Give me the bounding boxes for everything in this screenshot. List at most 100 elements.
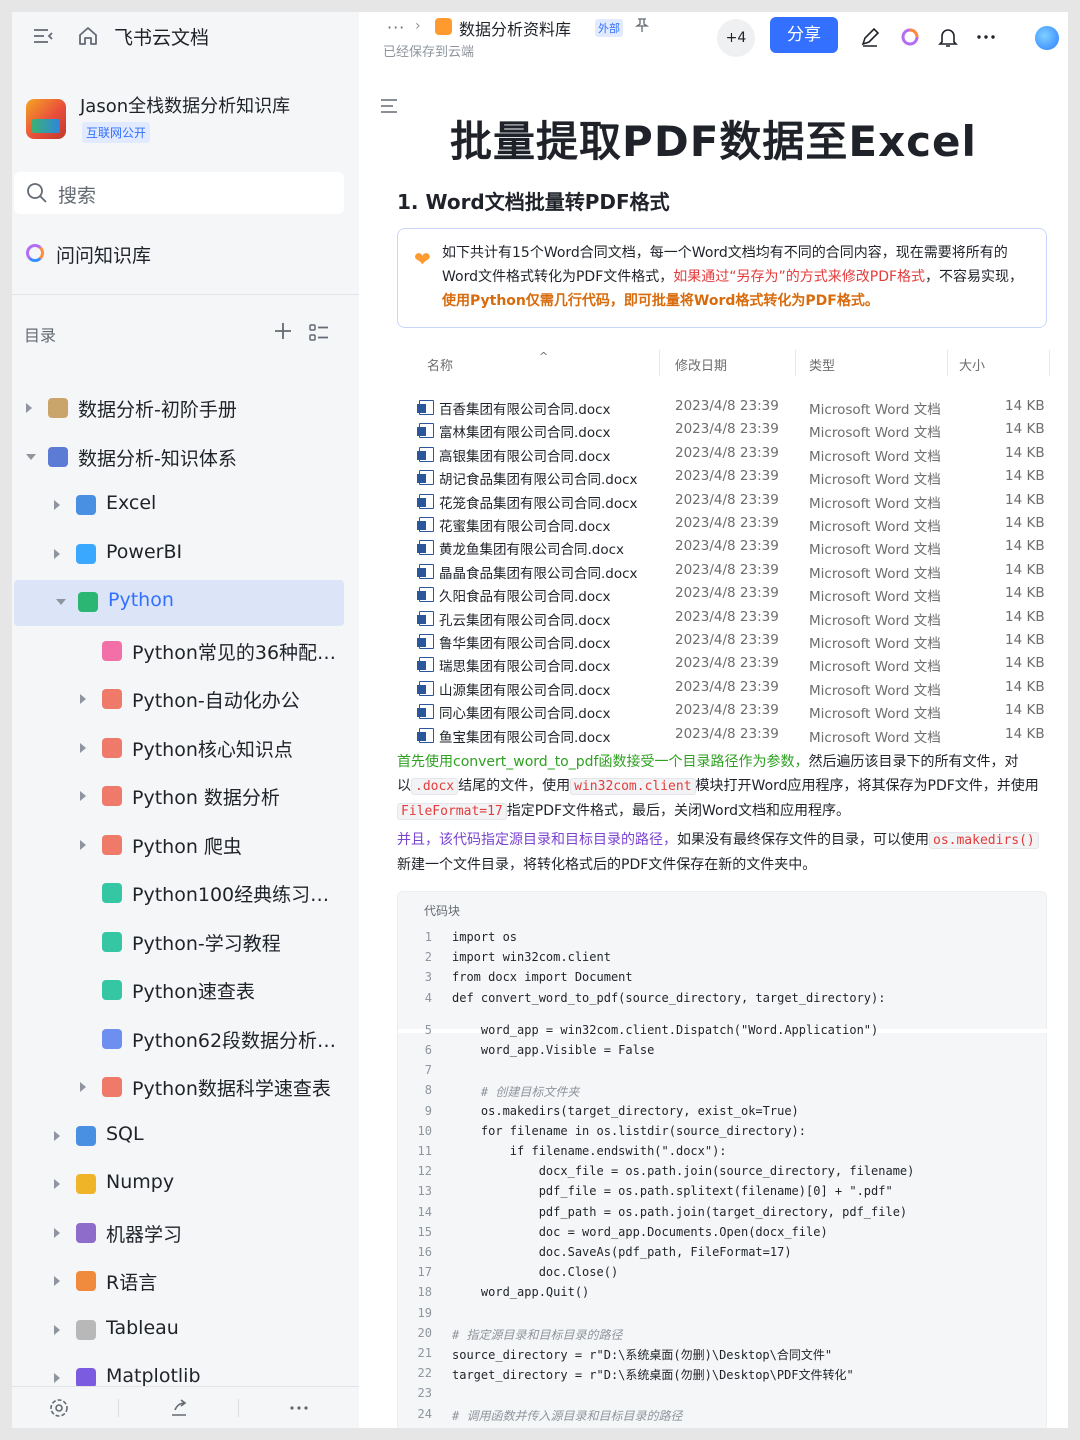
chevron-right-icon[interactable] <box>80 742 86 753</box>
file-size: 14 KB <box>1005 561 1045 578</box>
chevron-right-icon[interactable] <box>80 1082 86 1092</box>
collapse-sidebar-icon[interactable] <box>32 26 54 48</box>
pin-icon[interactable] <box>635 18 649 32</box>
column-divider <box>659 350 660 376</box>
sidebar-item-6[interactable]: Python-自动化办公 <box>12 677 359 723</box>
inline-code: win32com.client <box>570 778 696 795</box>
file-date: 2023/4/8 23:39 <box>675 421 779 438</box>
sidebar-item-12[interactable]: Python速查表 <box>12 968 359 1014</box>
sidebar-item-15[interactable]: SQL <box>12 1114 359 1160</box>
document-pane: ··· › 数据分析资料库 外部 已经保存到云端 +4 分享 批量提取PDF数据… <box>359 12 1068 1428</box>
inline-code: os.makedirs() <box>929 832 1039 849</box>
settings-icon[interactable] <box>48 1397 70 1419</box>
search-icon <box>27 183 47 203</box>
sidebar-item-18[interactable]: R语言 <box>12 1259 359 1305</box>
more-options-icon[interactable] <box>975 26 997 48</box>
breadcrumb-doc-name[interactable]: 数据分析资料库 <box>459 16 571 40</box>
knowledge-base-name[interactable]: Jason全栈数据分析知识库 <box>80 92 290 118</box>
sidebar-item-19[interactable]: Tableau <box>12 1308 359 1354</box>
sidebar-item-9[interactable]: Python 爬虫 <box>12 823 359 869</box>
file-row: 黄龙鱼集团有限公司合同.docx 2023/4/8 23:39 Microsoft … <box>407 536 1047 559</box>
sidebar-item-2[interactable]: Excel <box>12 483 359 529</box>
sidebar-item-label: Python <box>108 589 174 611</box>
sidebar-item-1[interactable]: 数据分析-知识体系 <box>12 435 359 481</box>
code-text: # 指定源目录和目标目录的路径 <box>452 1327 623 1342</box>
outline-list-icon[interactable] <box>308 322 330 344</box>
column-divider <box>795 350 796 376</box>
chevron-right-icon[interactable] <box>54 1276 60 1286</box>
heart-icon: ❤ <box>414 247 431 271</box>
file-type: Microsoft Word 文档 <box>809 565 941 582</box>
sidebar-item-label: Matplotlib <box>106 1365 201 1387</box>
sidebar-item-14[interactable]: Python数据科学速查表 <box>12 1065 359 1111</box>
file-date: 2023/4/8 23:39 <box>675 398 779 414</box>
code-block-label: 代码块 <box>424 904 461 918</box>
line-number: 7 <box>424 1063 432 1078</box>
sidebar-item-20[interactable]: Matplotlib <box>12 1356 359 1388</box>
file-size: 14 KB <box>1005 538 1045 555</box>
ask-knowledge-base-button[interactable]: 问问知识库 <box>24 238 344 270</box>
share-button[interactable]: 分享 <box>770 17 838 53</box>
chevron-right-icon[interactable] <box>54 500 60 510</box>
code-text: for filename in os.listdir(source_direct… <box>452 1123 807 1138</box>
chevron-right-icon[interactable] <box>54 1227 60 1238</box>
code-text: word_app.Visible = False <box>452 1043 655 1057</box>
chevron-right-icon[interactable] <box>54 1324 60 1335</box>
section-heading: 1. Word文档批量转PDF格式 <box>397 190 670 214</box>
code-text: def convert_word_to_pdf(source_directory… <box>452 990 886 1005</box>
home-icon[interactable] <box>76 24 100 48</box>
more-icon[interactable] <box>288 1397 310 1419</box>
sidebar-item-5[interactable]: Python常见的36种配图... <box>12 629 359 675</box>
breadcrumb-more[interactable]: ··· <box>387 18 405 37</box>
notification-bell-icon[interactable] <box>937 26 959 48</box>
paragraph-text: 新建一个文件目录，将转化格式后的PDF文件保存在新的文件夹中。 <box>397 857 817 873</box>
sidebar-item-label: Numpy <box>106 1171 175 1193</box>
edit-icon[interactable] <box>859 26 881 48</box>
sidebar-item-11[interactable]: Python-学习教程 <box>12 920 359 966</box>
code-text: if filename.endswith(".docx"): <box>452 1144 727 1158</box>
code-line: 3 from docx import Document <box>398 970 1048 990</box>
collaborators-count[interactable]: +4 <box>717 19 755 57</box>
ai-assistant-icon[interactable] <box>899 26 921 48</box>
sidebar-item-label: PowerBI <box>106 540 183 563</box>
chevron-right-icon[interactable] <box>54 548 60 559</box>
sidebar-item-16[interactable]: Numpy <box>12 1162 359 1208</box>
feishu-app-icon[interactable] <box>1035 26 1059 50</box>
chevron-right-icon[interactable] <box>26 403 32 413</box>
code-line: 23 <box>398 1386 1048 1406</box>
word-file-icon <box>417 587 434 603</box>
chevron-right-icon[interactable] <box>80 791 86 801</box>
sidebar-item-label: 机器学习 <box>106 1223 183 1246</box>
sidebar-item-10[interactable]: Python100经典练习题.... <box>12 871 359 917</box>
share-out-icon[interactable] <box>168 1397 190 1419</box>
chevron-right-icon[interactable] <box>54 1130 60 1141</box>
sidebar-item-7[interactable]: Python核心知识点 <box>12 726 359 772</box>
sidebar-item-13[interactable]: Python62段数据分析和... <box>12 1017 359 1063</box>
palette-icon <box>76 1368 96 1388</box>
code-block[interactable]: 代码块 1 import os 2 import win32com.client 3 fr… <box>397 891 1048 1428</box>
line-number: 16 <box>417 1245 432 1259</box>
chevron-down-icon[interactable] <box>56 599 66 605</box>
add-icon[interactable] <box>272 320 294 342</box>
search-input[interactable]: 搜索 <box>14 172 344 214</box>
line-number: 4 <box>424 990 432 1005</box>
app-window: 飞书云文档 Jason全栈数据分析知识库 互联网公开 搜索 问问知识库 目录 数… <box>12 12 1068 1428</box>
file-type: Microsoft Word 文档 <box>809 519 941 535</box>
file-size: 14 KB <box>1005 468 1045 485</box>
code-text: # 调用函数并传入源目录和目标目录的路径 <box>452 1408 683 1423</box>
sidebar-item-17[interactable]: 机器学习 <box>12 1211 359 1257</box>
paragraph-highlight-purple: 并且，该代码指定源目录和目标目录的路径， <box>397 832 677 848</box>
code-line: 13 pdf_file = os.path.splitext(filename)… <box>398 1184 1048 1204</box>
chevron-right-icon[interactable] <box>80 694 86 704</box>
sidebar-item-4[interactable]: Python <box>14 580 344 626</box>
file-size: 14 KB <box>1005 491 1045 508</box>
chevron-down-icon[interactable] <box>26 453 36 460</box>
sidebar-item-3[interactable]: PowerBI <box>12 532 359 578</box>
chevron-right-icon[interactable] <box>80 839 86 850</box>
sidebar-item-0[interactable]: 数据分析-初阶手册 <box>12 386 359 432</box>
chevron-right-icon[interactable] <box>54 1179 60 1189</box>
paragraph-2: 并且，该代码指定源目录和目标目录的路径，如果没有最终保存文件的目录，可以使用 os… <box>397 828 1047 877</box>
code-line: 20 # 指定源目录和目标目录的路径 <box>398 1326 1048 1346</box>
sidebar-item-8[interactable]: Python 数据分析 <box>12 774 359 820</box>
chevron-right-icon[interactable] <box>54 1373 60 1383</box>
